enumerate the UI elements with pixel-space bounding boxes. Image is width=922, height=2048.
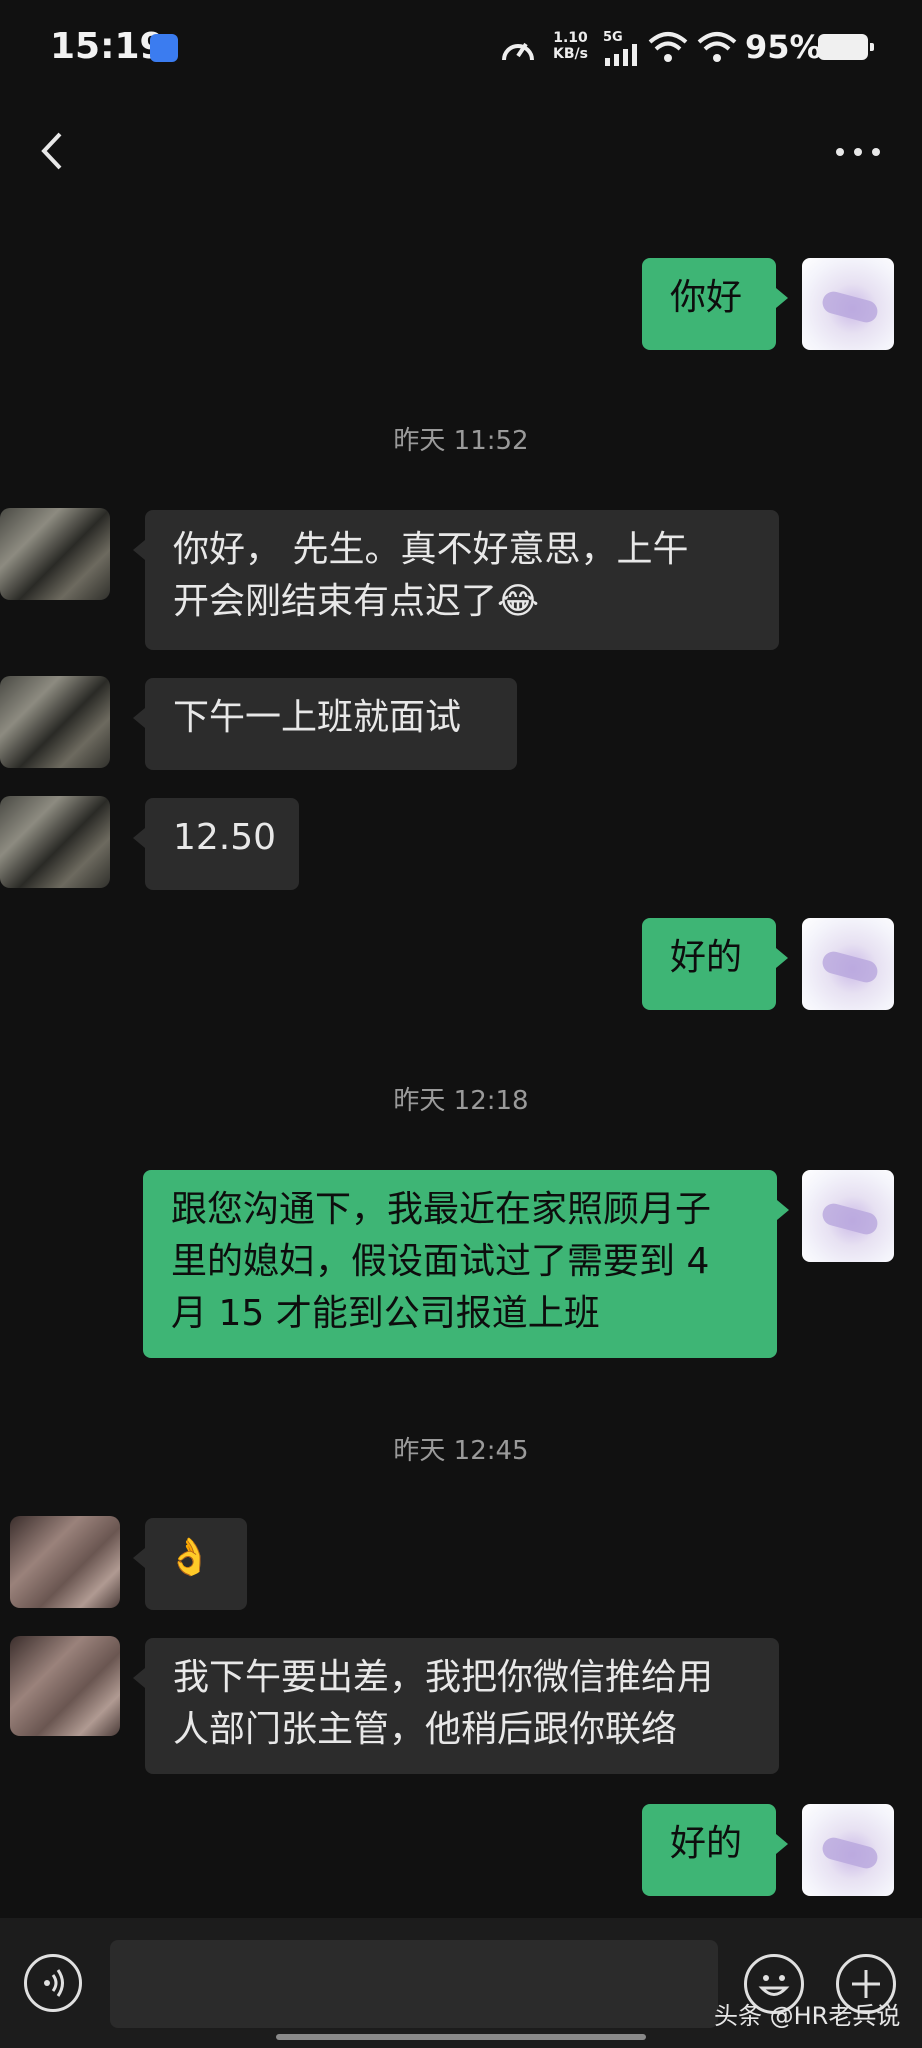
- message-bubble[interactable]: 我下午要出差，我把你微信推给用 人部门张主管，他稍后跟你联络: [133, 1638, 779, 1774]
- message-line: 我下午要出差，我把你微信推给用: [173, 1657, 714, 1698]
- net-speed: 1.10 KB/s: [553, 30, 588, 62]
- status-bar: 15:19 1.10 KB/s 5G 95%: [0, 0, 922, 100]
- message-line: 月 15 才能到公司报道上班: [171, 1293, 600, 1334]
- home-indicator[interactable]: [276, 2034, 646, 2040]
- chat-timestamp: 昨天 12:45: [393, 1436, 529, 1466]
- message-bubble[interactable]: 好的: [642, 1804, 788, 1896]
- avatar[interactable]: [802, 1804, 894, 1896]
- message-line: 里的媳妇，假设面试过了需要到 4: [171, 1241, 710, 1282]
- avatar[interactable]: [802, 258, 894, 350]
- network-type: 5G: [603, 30, 623, 45]
- battery-percent: 95%: [745, 28, 822, 66]
- speedometer-icon: [502, 42, 534, 61]
- message-line: 人部门张主管，他稍后跟你联络: [173, 1709, 678, 1750]
- avatar[interactable]: [802, 1170, 894, 1262]
- avatar[interactable]: [0, 796, 110, 888]
- app-notification-icon: [150, 34, 178, 62]
- message-line-2: 开会刚结束有点迟了😂: [173, 576, 751, 628]
- message-bubble[interactable]: 跟您沟通下，我最近在家照顾月子 里的媳妇，假设面试过了需要到 4 月 15 才能…: [143, 1170, 789, 1358]
- net-speed-value: 1.10: [553, 30, 588, 46]
- chat-header: [0, 100, 922, 205]
- message-bubble[interactable]: 12.50: [133, 798, 299, 890]
- wifi-icon: [648, 32, 688, 62]
- net-speed-unit: KB/s: [553, 46, 588, 62]
- back-arrow-icon[interactable]: [34, 126, 74, 176]
- chat-timestamp: 昨天 12:18: [393, 1086, 529, 1116]
- message-bubble[interactable]: 你好， 先生。真不好意思，上午 开会刚结束有点迟了😂: [133, 510, 779, 650]
- laughing-emoji: 😂: [497, 581, 540, 622]
- battery-icon: [818, 34, 874, 60]
- more-icon[interactable]: [836, 148, 884, 158]
- message-bubble[interactable]: 👌: [133, 1518, 247, 1610]
- chat-timestamp: 昨天 11:52: [393, 426, 529, 456]
- avatar[interactable]: [0, 676, 110, 768]
- watermark: 头条 @HR老兵说: [714, 2002, 901, 2030]
- ok-hand-emoji: 👌: [167, 1537, 212, 1578]
- avatar[interactable]: [10, 1636, 120, 1736]
- message-line: 开会刚结束有点迟了: [173, 581, 498, 622]
- message-bubble[interactable]: 下午一上班就面试: [133, 678, 517, 770]
- message-line: 跟您沟通下，我最近在家照顾月子: [171, 1189, 712, 1230]
- signal-icon: [605, 44, 637, 66]
- message-bubble[interactable]: 好的: [642, 918, 788, 1010]
- avatar[interactable]: [0, 508, 110, 600]
- message-line: 你好， 先生。真不好意思，上午: [173, 529, 689, 570]
- avatar[interactable]: [802, 918, 894, 1010]
- message-bubble[interactable]: 你好: [642, 258, 788, 350]
- status-time: 15:19: [50, 26, 165, 67]
- voice-icon[interactable]: [24, 1954, 82, 2012]
- avatar[interactable]: [10, 1516, 120, 1608]
- wifi-icon-2: [697, 32, 737, 62]
- message-input[interactable]: [110, 1940, 718, 2028]
